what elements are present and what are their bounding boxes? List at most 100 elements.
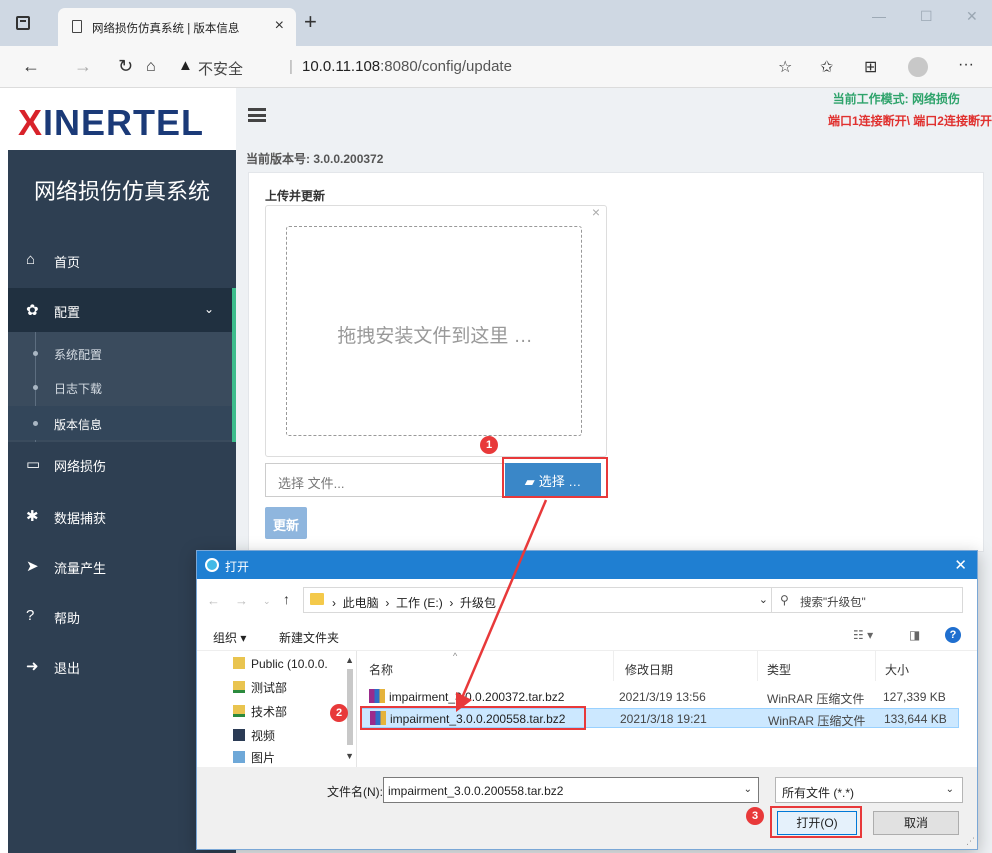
scroll-up-icon[interactable]: ▲: [345, 655, 354, 665]
close-icon[interactable]: ×: [592, 204, 600, 220]
crumb-drive[interactable]: 工作 (E:): [396, 596, 443, 610]
url-path: :8080/config/update: [380, 58, 512, 75]
path-bar[interactable]: › 此电脑 › 工作 (E:) › 升级包 ⌄: [303, 587, 777, 613]
col-divider[interactable]: [613, 651, 614, 681]
col-name[interactable]: 名称: [369, 661, 393, 678]
col-divider[interactable]: [757, 651, 758, 681]
filename-input[interactable]: impairment_3.0.0.200558.tar.bz2 ⌄: [383, 777, 759, 803]
recent-icon[interactable]: ⌄: [263, 596, 271, 607]
reload-icon[interactable]: ↻: [118, 56, 133, 77]
home-icon[interactable]: ⌂: [146, 58, 156, 76]
file-row[interactable]: impairment_3.0.0.200372.tar.bz2 2021/3/1…: [361, 687, 959, 707]
col-divider[interactable]: [875, 651, 876, 681]
file-name-input[interactable]: 选择 文件...: [265, 463, 505, 497]
submenu-item-log-download[interactable]: 日志下载: [8, 370, 232, 404]
search-input[interactable]: ⚲ 搜索"升级包": [771, 587, 963, 613]
hamburger-icon[interactable]: [248, 108, 266, 122]
logout-icon: ➜: [26, 658, 39, 675]
menu-label: 数据捕获: [54, 511, 107, 526]
file-date: 2021/3/18 19:21: [620, 712, 707, 726]
search-placeholder: 搜索"升级包": [800, 597, 866, 609]
submenu-item-system-config[interactable]: 系统配置: [8, 336, 232, 370]
chevron-down-icon: ⌄: [945, 784, 954, 795]
update-button[interactable]: 更新: [265, 507, 307, 539]
chevron-down-icon[interactable]: ⌄: [744, 784, 752, 795]
back-icon[interactable]: ←: [22, 56, 40, 77]
work-mode-status: 当前工作模式: 网络损伤: [832, 92, 960, 106]
filename-value: impairment_3.0.0.200558.tar.bz2: [388, 784, 564, 798]
submenu-item-version-info[interactable]: 版本信息: [8, 406, 232, 440]
tab-actions-icon[interactable]: [16, 16, 30, 30]
insecure-label[interactable]: 不安全: [198, 58, 243, 79]
more-icon[interactable]: ···: [958, 56, 974, 74]
search-icon: ⚲: [780, 593, 789, 607]
warning-icon[interactable]: ▲: [178, 57, 193, 74]
new-folder-button[interactable]: 新建文件夹: [279, 629, 339, 646]
menu-item-capture[interactable]: ✱ 数据捕获: [8, 494, 236, 538]
tree-item-video[interactable]: 视频: [233, 727, 275, 744]
crumb-folder[interactable]: 升级包: [460, 596, 496, 610]
tab-title: 网络损伤仿真系统 | 版本信息: [92, 23, 240, 35]
profile-avatar[interactable]: [908, 57, 928, 77]
scroll-down-icon[interactable]: ▼: [345, 751, 354, 761]
favorites-icon[interactable]: ✩: [820, 57, 833, 77]
submenu-label: 日志下载: [54, 382, 103, 396]
chevron-down-icon: ⌄: [203, 302, 214, 316]
crumb-pc[interactable]: 此电脑: [343, 596, 379, 610]
back-icon[interactable]: ←: [207, 593, 220, 608]
view-options-icon[interactable]: ☷ ▾: [853, 628, 873, 642]
tree-item-public[interactable]: Public (10.0.0.: [233, 657, 328, 671]
up-icon[interactable]: ↑: [283, 591, 290, 607]
preview-pane-icon[interactable]: ◨: [909, 628, 920, 642]
winrar-icon: [369, 689, 385, 703]
app-title: 网络损伤仿真系统: [33, 179, 210, 204]
organize-menu[interactable]: 组织 ▾: [213, 629, 246, 646]
tree-item-tech[interactable]: 技术部: [233, 703, 287, 720]
config-submenu: 系统配置 日志下载 版本信息: [8, 332, 236, 442]
edge-icon: [205, 558, 219, 572]
panel-title: 上传并更新: [265, 189, 326, 203]
col-size[interactable]: 大小: [885, 661, 909, 678]
file-type: WinRAR 压缩文件: [767, 692, 865, 706]
close-icon[interactable]: ✕: [954, 556, 967, 574]
brand-logo: XINERTEL: [18, 102, 205, 143]
folder-icon: [310, 593, 324, 605]
url-field[interactable]: 10.0.11.108:8080/config/update: [302, 58, 512, 75]
collections-icon[interactable]: ⊞: [864, 57, 877, 77]
col-date[interactable]: 修改日期: [625, 661, 673, 678]
tree-item-pictures[interactable]: 图片: [233, 749, 275, 766]
maximize-icon[interactable]: ☐: [920, 8, 933, 25]
tab-close-icon[interactable]: ×: [275, 17, 284, 35]
menu-item-impairment[interactable]: ▭ 网络损伤: [8, 442, 236, 486]
tree-scrollbar[interactable]: [347, 669, 353, 745]
sort-up-icon: ^: [453, 651, 458, 661]
col-type[interactable]: 类型: [767, 661, 791, 678]
bullet-icon: [33, 421, 38, 426]
step3-highlight: [770, 806, 862, 838]
tree-item-test[interactable]: 测试部: [233, 679, 287, 696]
step1-badge: 1: [480, 436, 498, 454]
menu-item-home[interactable]: ⌂ 首页: [8, 238, 236, 282]
forward-icon[interactable]: →: [235, 593, 248, 608]
file-dropzone[interactable]: × 拖拽安装文件到这里 …: [265, 204, 607, 457]
minimize-icon[interactable]: —: [872, 8, 886, 24]
forward-icon[interactable]: →: [74, 56, 92, 77]
step1-highlight: [502, 457, 608, 498]
step2-highlight: [360, 706, 586, 730]
resize-grip-icon[interactable]: ⋰: [966, 836, 975, 847]
file-type-select[interactable]: 所有文件 (*.*) ⌄: [775, 777, 963, 803]
menu-label: 帮助: [54, 611, 81, 626]
new-tab-icon[interactable]: +: [304, 9, 317, 35]
dropzone-inner: 拖拽安装文件到这里 …: [286, 226, 582, 436]
browser-tab[interactable]: 网络损伤仿真系统 | 版本信息 ×: [58, 8, 296, 46]
chevron-down-icon[interactable]: ⌄: [759, 593, 768, 606]
menu-label: 配置: [54, 305, 81, 320]
help-icon[interactable]: ?: [945, 627, 961, 643]
menu-item-config[interactable]: ✿ 配置 ⌄: [8, 288, 236, 332]
step2-badge: 2: [330, 704, 348, 722]
video-folder-icon: [233, 729, 245, 741]
favorite-add-icon[interactable]: ☆: [778, 57, 792, 77]
cancel-button[interactable]: 取消: [873, 811, 959, 835]
logo-area: XINERTEL: [8, 88, 236, 150]
close-window-icon[interactable]: ✕: [966, 8, 978, 25]
